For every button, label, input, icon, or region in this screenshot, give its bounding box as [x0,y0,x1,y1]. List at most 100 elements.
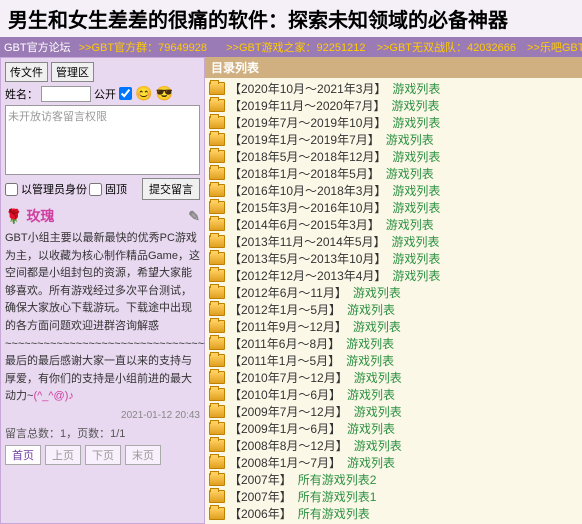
file-row[interactable]: 【2011年9月～12月】游戏列表 [205,318,582,335]
file-row[interactable]: 【2009年1月～6月】游戏列表 [205,420,582,437]
file-row[interactable]: 【2013年5月～2013年10月】游戏列表 [205,250,582,267]
file-row[interactable]: 【2007年】所有游戏列表1 [205,488,582,505]
tab-manage[interactable]: 管理区 [51,62,94,82]
file-link[interactable]: 游戏列表 [354,403,402,420]
nav-item[interactable]: >>乐吧GBT之家（贵州）：16983067 [527,42,582,54]
folder-icon [209,303,225,316]
message-textarea[interactable]: 未开放访客留言权限 [5,105,200,175]
file-row[interactable]: 【2015年3月～2016年10月】游戏列表 [205,199,582,216]
file-row[interactable]: 【2011年1月～5月】游戏列表 [205,352,582,369]
file-link[interactable]: 所有游戏列表1 [298,488,377,505]
file-link[interactable]: 游戏列表 [392,267,440,284]
file-row[interactable]: 【2012年12月～2013年4月】游戏列表 [205,267,582,284]
file-label: 【2019年1月～2019年7月】 [229,131,380,148]
content-panel: 目录列表 【2020年10月～2021年3月】游戏列表【2019年11月～202… [205,57,582,524]
file-row[interactable]: 【2012年1月～5月】游戏列表 [205,301,582,318]
nav-bar: GBT官方论坛>>GBT官方群：79649928 >>GBT游戏之家：92251… [0,37,582,57]
file-link[interactable]: 游戏列表 [346,335,394,352]
file-row[interactable]: 【2011年6月～8月】游戏列表 [205,335,582,352]
file-row[interactable]: 【2010年1月～6月】游戏列表 [205,386,582,403]
file-link[interactable]: 游戏列表 [353,284,401,301]
cool-icon[interactable]: 😎 [155,85,172,102]
folder-icon [209,184,225,197]
file-link[interactable]: 游戏列表 [346,352,394,369]
folder-icon [209,354,225,367]
tab-upload[interactable]: 传文件 [5,62,48,82]
file-label: 【2013年5月～2013年10月】 [229,250,386,267]
nav-item[interactable]: >>GBT无双战队：42032666 [377,42,516,54]
file-row[interactable]: 【2008年8月～12月】游戏列表 [205,437,582,454]
file-link[interactable]: 游戏列表 [392,233,440,250]
author-name: 玫瑰 [26,206,54,226]
name-input[interactable] [41,86,91,102]
nav-item[interactable]: GBT官方论坛>>GBT官方群：79649928 [4,42,215,54]
folder-icon [209,218,225,231]
pager-last[interactable]: 末页 [125,445,161,465]
public-checkbox[interactable] [119,87,132,100]
file-link[interactable]: 所有游戏列表 [298,505,370,522]
file-list: 【2020年10月～2021年3月】游戏列表【2019年11月～2020年7月】… [205,78,582,524]
file-link[interactable]: 游戏列表 [386,131,434,148]
edit-icon[interactable]: ✎ [188,208,200,225]
folder-icon [209,252,225,265]
file-row[interactable]: 【2006年】所有游戏列表 [205,505,582,522]
file-row[interactable]: 【2018年5月～2018年12月】游戏列表 [205,148,582,165]
file-link[interactable]: 游戏列表 [392,114,440,131]
file-link[interactable]: 游戏列表 [392,80,440,97]
file-label: 【2011年9月～12月】 [229,318,347,335]
file-row[interactable]: 【2009年7月～12月】游戏列表 [205,403,582,420]
file-row[interactable]: 【2010年7月～12月】游戏列表 [205,369,582,386]
file-link[interactable]: 游戏列表 [386,216,434,233]
file-label: 【2016年10月～2018年3月】 [229,182,386,199]
file-label: 【2012年12月～2013年4月】 [229,267,386,284]
post-body: GBT小组主要以最新最快的优秀PC游戏为主，以收藏为核心制作精品Game，这空间… [5,230,200,406]
file-row[interactable]: 【2018年1月～2018年5月】游戏列表 [205,165,582,182]
file-link[interactable]: 游戏列表 [347,454,395,471]
file-row[interactable]: 【2016年10月～2018年3月】游戏列表 [205,182,582,199]
file-row[interactable]: 【2014年6月～2015年3月】游戏列表 [205,216,582,233]
file-link[interactable]: 游戏列表 [354,437,402,454]
smile-icon[interactable]: 😊 [135,85,152,102]
file-link[interactable]: 游戏列表 [354,369,402,386]
folder-icon [209,456,225,469]
file-link[interactable]: 游戏列表 [392,199,440,216]
file-link[interactable]: 游戏列表 [347,420,395,437]
file-label: 【2011年6月～8月】 [229,335,340,352]
file-link[interactable]: 所有游戏列表2 [298,471,377,488]
name-label: 姓名： [5,86,38,102]
file-row[interactable]: 【2019年7月～2019年10月】游戏列表 [205,114,582,131]
file-row[interactable]: 【2008年1月～7月】游戏列表 [205,454,582,471]
folder-icon [209,167,225,180]
file-row[interactable]: 【2012年6月～11月】游戏列表 [205,284,582,301]
folder-icon [209,133,225,146]
file-link[interactable]: 游戏列表 [392,182,440,199]
file-link[interactable]: 游戏列表 [392,148,440,165]
admin-checkbox[interactable] [5,183,18,196]
folder-icon [209,201,225,214]
file-link[interactable]: 游戏列表 [392,97,440,114]
file-row[interactable]: 【2019年1月～2019年7月】游戏列表 [205,131,582,148]
file-link[interactable]: 游戏列表 [386,165,434,182]
pager-next[interactable]: 下页 [85,445,121,465]
file-row[interactable]: 【2013年11月～2014年5月】游戏列表 [205,233,582,250]
file-label: 【2010年7月～12月】 [229,369,348,386]
public-label: 公开 [94,86,116,102]
file-label: 【2007年】 [229,471,292,488]
folder-icon [209,99,225,112]
file-row[interactable]: 【2019年11月～2020年7月】游戏列表 [205,97,582,114]
file-link[interactable]: 游戏列表 [392,250,440,267]
pager-prev[interactable]: 上页 [45,445,81,465]
nav-item[interactable]: >>GBT游戏之家：92251212 [226,42,365,54]
file-row[interactable]: 【2007年】所有游戏列表2 [205,471,582,488]
file-label: 【2015年3月～2016年10月】 [229,199,386,216]
file-row[interactable]: 【2020年10月～2021年3月】游戏列表 [205,80,582,97]
file-link[interactable]: 游戏列表 [347,301,395,318]
pin-label: 固顶 [105,181,127,197]
admin-label: 以管理员身份 [21,181,87,197]
submit-button[interactable]: 提交留言 [142,178,200,200]
file-label: 【2012年6月～11月】 [229,284,347,301]
pin-checkbox[interactable] [89,183,102,196]
file-link[interactable]: 游戏列表 [347,386,395,403]
pager-first[interactable]: 首页 [5,445,41,465]
file-link[interactable]: 游戏列表 [353,318,401,335]
